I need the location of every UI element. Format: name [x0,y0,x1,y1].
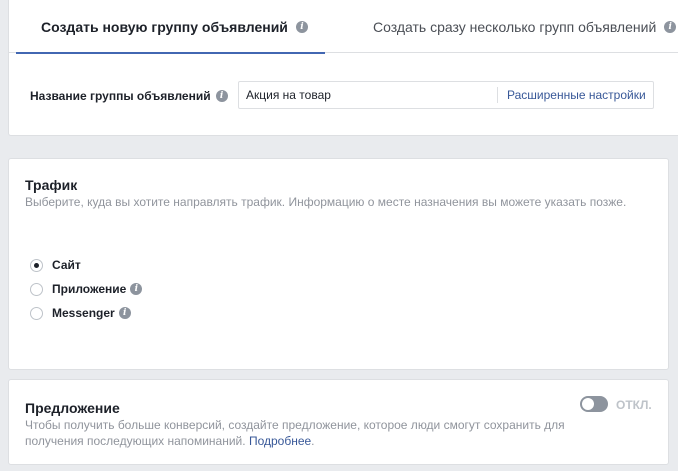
info-icon[interactable]: i [118,307,131,319]
traffic-option-messenger[interactable]: Messenger i [30,306,131,320]
info-icon[interactable]: i [664,20,677,33]
advanced-settings-link[interactable]: Расширенные настройки [507,88,646,102]
info-icon[interactable]: i [130,283,143,295]
traffic-card: Трафик Выберите, куда вы хотите направля… [8,158,669,370]
offer-title: Предложение [25,400,120,416]
traffic-title: Трафик [25,177,78,193]
option-label: Сайт [52,258,81,272]
punctuation: . [311,434,315,448]
traffic-option-website[interactable]: Сайт [30,258,81,272]
info-icon[interactable]: i [215,90,228,102]
info-icon[interactable]: i [295,20,308,33]
adset-name-label-text: Название группы объявлений [30,89,211,103]
option-label: Messenger [52,306,115,320]
tab-label: Создать новую группу объявлений [41,18,288,35]
traffic-subtitle: Выберите, куда вы хотите направлять траф… [25,195,627,209]
adset-name-field: Расширенные настройки [238,81,654,109]
option-label: Приложение [52,282,127,296]
tab-label: Создать сразу несколько групп объявлений [373,18,657,35]
tab-create-new-adset[interactable]: Создать новую группу объявлений i [9,0,325,54]
offer-description: Чтобы получить больше конверсий, создайт… [25,417,565,449]
adset-name-input[interactable] [239,82,497,108]
traffic-option-app[interactable]: Приложение i [30,282,143,296]
radio-checked-icon[interactable] [30,258,43,272]
tab-create-multiple-adsets[interactable]: Создать сразу несколько групп объявлений… [373,0,677,53]
adset-name-card: Создать новую группу объявлений i Создат… [8,0,678,136]
offer-toggle-state: ОТКЛ. [616,398,652,412]
offer-card: Предложение Чтобы получить больше конвер… [8,379,669,465]
offer-toggle-icon[interactable] [580,396,608,412]
adset-name-label: Название группы объявлений i [30,89,228,103]
tab-bar: Создать новую группу объявлений i Создат… [9,0,678,54]
learn-more-link[interactable]: Подробнее [249,434,311,448]
radio-unchecked-icon[interactable] [30,306,43,320]
radio-unchecked-icon[interactable] [30,282,43,296]
field-divider [497,87,498,103]
